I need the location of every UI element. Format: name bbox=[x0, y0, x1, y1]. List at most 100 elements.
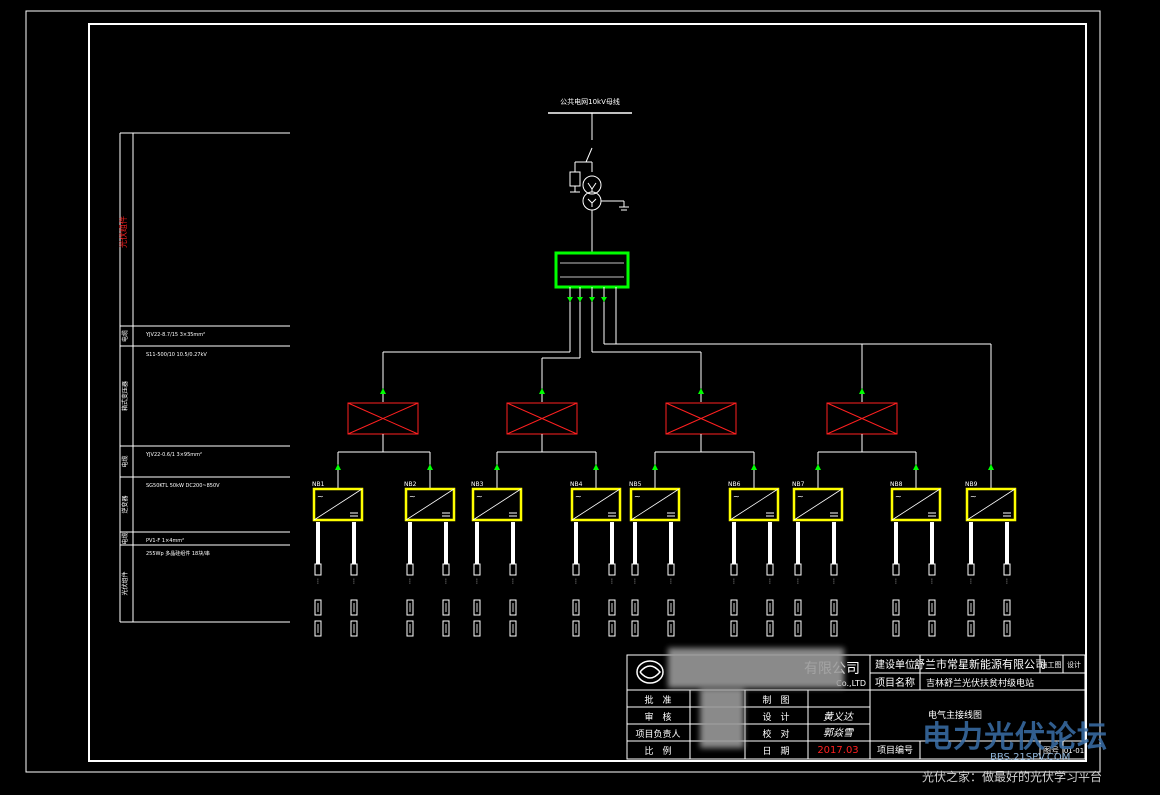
inverter-label: NB1 bbox=[312, 481, 325, 488]
legend-row-note: S11-500/10 10.5/0.27kV bbox=[146, 352, 207, 358]
transformer-unit bbox=[569, 113, 629, 253]
pv-string-fuse bbox=[406, 563, 414, 576]
arrow-icon bbox=[494, 464, 500, 470]
title-block-row-label: 审 核 bbox=[644, 711, 671, 723]
stage-value: 设计 bbox=[1067, 660, 1081, 669]
legend-rows: 电缆 YJV22-8.7/15 3×35mm² 箱式变压器 S11-500/10 10… bbox=[121, 330, 220, 596]
pv-string-fuse bbox=[473, 563, 481, 576]
pv-string-dots: ⋮ bbox=[1004, 578, 1010, 585]
arrow-icon bbox=[652, 464, 658, 470]
pv-string-cable bbox=[352, 522, 356, 564]
pv-string-cable bbox=[969, 522, 973, 564]
pv-string-dots: ⋮ bbox=[767, 578, 773, 585]
title-block-row-label: 批 准 bbox=[644, 694, 671, 706]
watermark-site: BBS.21SPV.COM bbox=[990, 752, 1071, 763]
project-name-label: 项目名称 bbox=[875, 676, 915, 689]
arrow-icon bbox=[601, 297, 607, 302]
pv-string-cable bbox=[732, 522, 736, 564]
pv-strings: ⋮ ⋮ ⋮ ⋮ ⋮ ⋮ ⋮ ⋮ ⋮ ⋮ ⋮ ⋮ ⋮ ⋮ ⋮ ⋮ ⋮ ⋮ bbox=[314, 522, 1011, 637]
pv-string-cable bbox=[316, 522, 320, 564]
signature-designer: 黄义达 bbox=[823, 711, 855, 723]
title-block-row-label: 制 图 bbox=[762, 694, 789, 706]
legend-row-note: 255Wp 多晶硅组件 18块/串 bbox=[146, 550, 210, 557]
watermark-brand: 电力光伏论坛 bbox=[922, 720, 1108, 755]
pv-string-cable bbox=[610, 522, 614, 564]
ac-symbol-icon: ~ bbox=[476, 492, 483, 501]
company-logo bbox=[636, 660, 664, 684]
arrow-icon bbox=[567, 297, 573, 302]
arrow-icon bbox=[539, 388, 545, 394]
arrow-icon bbox=[589, 297, 595, 302]
pv-string-fuse bbox=[572, 563, 580, 576]
ac-symbol-icon: ~ bbox=[634, 492, 641, 501]
pv-string-dots: ⋮ bbox=[510, 578, 516, 585]
pv-string-cable bbox=[1005, 522, 1009, 564]
title-block-row-label: 设 计 bbox=[762, 711, 789, 723]
pv-string-fuse bbox=[967, 563, 975, 576]
pv-string-cable bbox=[796, 522, 800, 564]
redacted-region bbox=[700, 688, 744, 748]
grid-label: 公共电网10kV母线 bbox=[560, 97, 620, 106]
construction-unit-value: 舒兰市常星新能源有限公司 bbox=[914, 657, 1046, 671]
pv-string-cable bbox=[408, 522, 412, 564]
legend-vertical-header: 光伏组件 bbox=[118, 216, 128, 248]
watermark-slogan: 光伏之家：做最好的光伏学习平台 bbox=[922, 770, 1103, 784]
combiner-boxes bbox=[335, 402, 994, 489]
pv-string-fuse bbox=[631, 563, 639, 576]
arrow-icon bbox=[335, 464, 341, 470]
arrow-icon bbox=[988, 464, 994, 470]
pv-string-fuse bbox=[928, 563, 936, 576]
inverter-label: NB3 bbox=[471, 481, 484, 488]
pv-string-cable bbox=[475, 522, 479, 564]
pv-string-dots: ⋮ bbox=[407, 578, 413, 585]
pv-string-dots: ⋮ bbox=[929, 578, 935, 585]
ac-symbol-icon: ~ bbox=[575, 492, 582, 501]
pv-string-dots: ⋮ bbox=[351, 578, 357, 585]
inverter-label: NB7 bbox=[792, 481, 805, 488]
ac-symbol-icon: ~ bbox=[317, 492, 324, 501]
arrow-icon bbox=[427, 464, 433, 470]
inverter-label: NB2 bbox=[404, 481, 417, 488]
pv-string-cable bbox=[669, 522, 673, 564]
pv-string-cable bbox=[894, 522, 898, 564]
arrow-icon bbox=[577, 297, 583, 302]
pv-string-fuse bbox=[509, 563, 517, 576]
pv-string-dots: ⋮ bbox=[573, 578, 579, 585]
pv-string-fuse bbox=[314, 563, 322, 576]
ac-distribution-cabinet bbox=[554, 251, 630, 289]
inverter-label: NB4 bbox=[570, 481, 583, 488]
title-block-row-label: 日 期 bbox=[762, 746, 789, 757]
pv-string-fuse bbox=[794, 563, 802, 576]
signature-checker: 郭焱雪 bbox=[823, 727, 854, 739]
pv-string-cable bbox=[574, 522, 578, 564]
pv-string-dots: ⋮ bbox=[632, 578, 638, 585]
pv-string-dots: ⋮ bbox=[731, 578, 737, 585]
ac-symbol-icon: ~ bbox=[895, 492, 902, 501]
pv-string-cable bbox=[633, 522, 637, 564]
pv-string-fuse bbox=[766, 563, 774, 576]
title-block-row-label: 项目负责人 bbox=[635, 728, 680, 740]
inverter-label: NB8 bbox=[890, 481, 903, 488]
title-block-row-label: 比 例 bbox=[644, 745, 671, 757]
legend-row-label: 逆变器 bbox=[121, 495, 129, 513]
pv-string-dots: ⋮ bbox=[795, 578, 801, 585]
inner-frame bbox=[88, 23, 1087, 762]
pv-string-cable bbox=[832, 522, 836, 564]
pv-string-fuse bbox=[892, 563, 900, 576]
inverter-label: NB9 bbox=[965, 481, 978, 488]
stage-label: 施工图 bbox=[1041, 660, 1062, 669]
redacted-region bbox=[668, 648, 844, 688]
ac-symbol-icon: ~ bbox=[970, 492, 977, 501]
construction-unit-label: 建设单位 bbox=[875, 658, 915, 671]
title-block-row-label: 校 对 bbox=[762, 728, 789, 740]
legend-row-note: SG50KTL 50kW DC200~850V bbox=[146, 483, 220, 489]
inverter-label: NB6 bbox=[728, 481, 741, 488]
pv-string-dots: ⋮ bbox=[609, 578, 615, 585]
legend-row-note: YJV22-0.6/1 3×95mm² bbox=[145, 452, 202, 458]
pv-string-fuse bbox=[350, 563, 358, 576]
arrow-icon bbox=[593, 464, 599, 470]
legend-row-label: 电缆 bbox=[121, 330, 129, 342]
left-legend-panel bbox=[119, 132, 290, 623]
pv-string-dots: ⋮ bbox=[893, 578, 899, 585]
single-line-diagram: 光伏组件 电缆 YJV22-8.7/15 3×35mm² 箱式变压器 S11-500/… bbox=[25, 10, 1101, 773]
